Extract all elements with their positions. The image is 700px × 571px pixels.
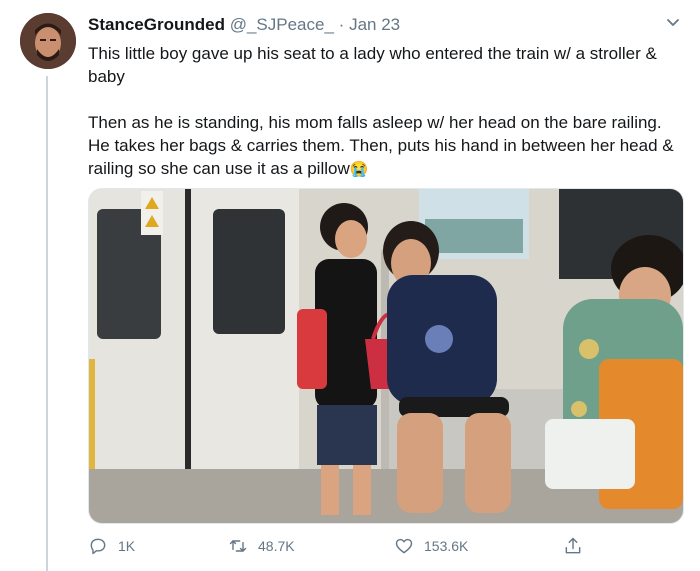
share-button[interactable] [563,536,593,556]
tweet-text-paragraph-2: Then as he is standing, his mom falls as… [88,111,688,181]
retweet-count: 48.7K [258,538,295,554]
crying-face-emoji: 😭 [349,161,369,178]
thread-line [46,76,48,571]
separator-dot: · [338,15,345,34]
tweet-date[interactable]: Jan 23 [349,15,400,34]
like-button[interactable]: 153.6K [394,536,468,556]
tweet-text-paragraph-2-body: Then as he is standing, his mom falls as… [88,113,674,178]
avatar[interactable] [20,13,76,69]
reply-icon [90,538,106,555]
reply-button[interactable]: 1K [88,536,135,556]
tweet-actions: 1K 48.7K 153.6K [88,536,608,558]
tweet-photo[interactable] [88,188,684,524]
share-icon [565,537,581,554]
reply-count: 1K [118,538,136,554]
tweet-card: StanceGrounded @_SJPeace_ · Jan 23 This … [0,0,700,571]
user-handle[interactable]: @_SJPeace_ [230,15,334,34]
chevron-down-icon[interactable] [665,14,681,30]
retweet-icon [229,540,247,552]
tweet-header: StanceGrounded @_SJPeace_ · Jan 23 [88,15,400,35]
heart-icon [395,538,413,554]
display-name[interactable]: StanceGrounded [88,15,225,34]
retweet-button[interactable]: 48.7K [228,536,295,556]
like-count: 153.6K [424,538,469,554]
tweet-text: This little boy gave up his seat to a la… [88,42,688,181]
tweet-text-paragraph-1: This little boy gave up his seat to a la… [88,44,657,86]
